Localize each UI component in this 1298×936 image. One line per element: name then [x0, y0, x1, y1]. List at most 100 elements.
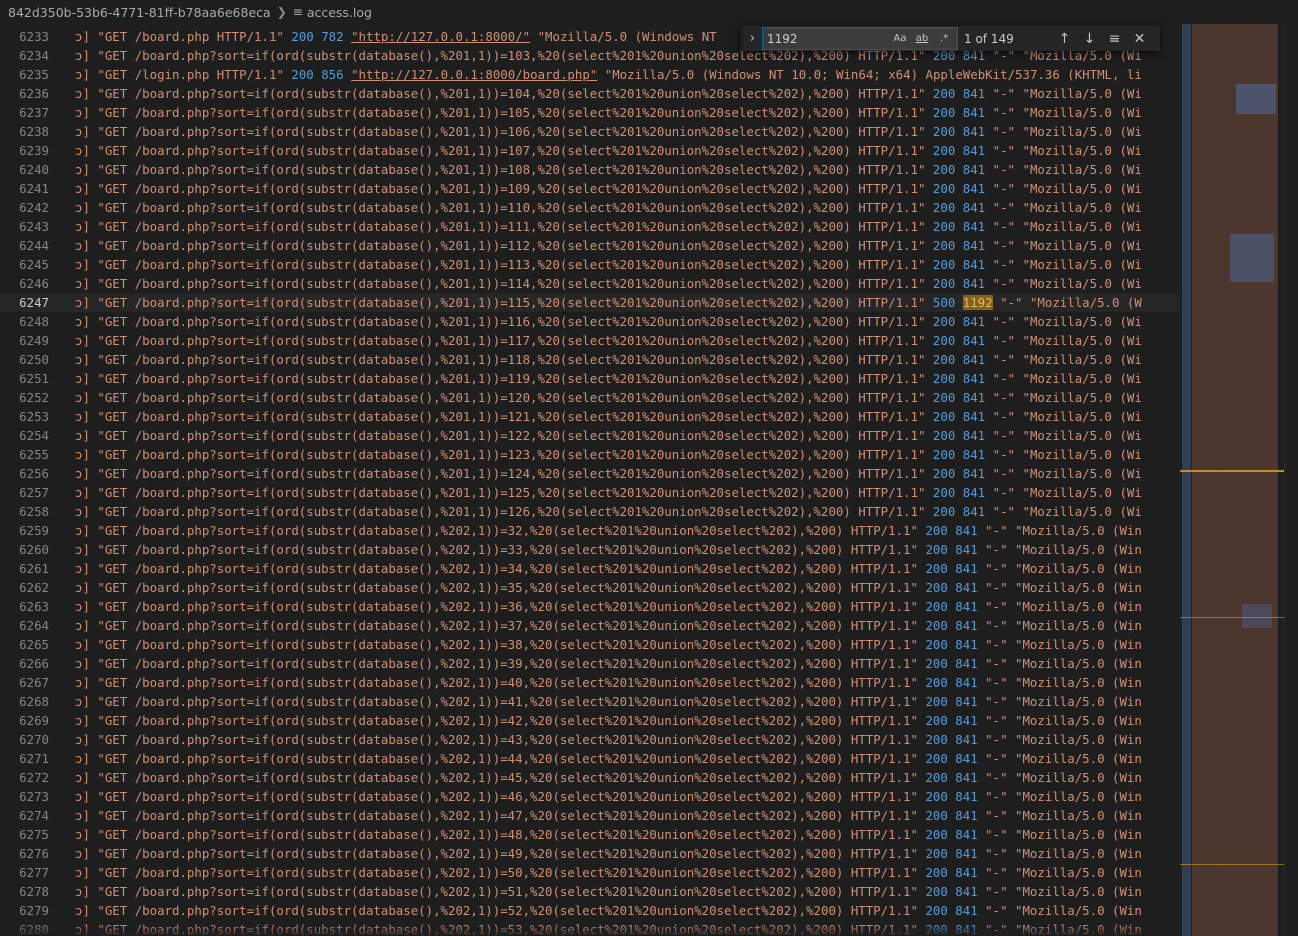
- log-line[interactable]: 6266 ɔ] "GET /board.php?sort=if(ord(subst…: [0, 654, 1180, 673]
- line-text: ɔ] "GET /board.php?sort=if(ord(substr(da…: [75, 846, 1142, 861]
- previous-match-arrow-up-icon[interactable]: ↑: [1052, 26, 1077, 51]
- toggle-replace-chevron-icon[interactable]: ›: [740, 26, 762, 51]
- line-text: ɔ] "GET /board.php?sort=if(ord(substr(da…: [75, 618, 1142, 633]
- log-line[interactable]: 6275 ɔ] "GET /board.php?sort=if(ord(subst…: [0, 825, 1180, 844]
- line-number: 6237: [19, 105, 49, 120]
- log-line[interactable]: 6256 ɔ] "GET /board.php?sort=if(ord(subst…: [0, 464, 1180, 483]
- use-regex-icon[interactable]: .*: [933, 33, 955, 44]
- log-line[interactable]: 6272 ɔ] "GET /board.php?sort=if(ord(subst…: [0, 768, 1180, 787]
- line-text: ɔ] "GET /board.php?sort=if(ord(substr(da…: [75, 580, 1142, 595]
- log-line[interactable]: 6236 ɔ] "GET /board.php?sort=if(ord(subst…: [0, 84, 1180, 103]
- line-number: 6271: [19, 751, 49, 766]
- log-line[interactable]: 6265 ɔ] "GET /board.php?sort=if(ord(subst…: [0, 635, 1180, 654]
- line-number: 6244: [19, 238, 49, 253]
- log-line[interactable]: 6261 ɔ] "GET /board.php?sort=if(ord(subst…: [0, 559, 1180, 578]
- log-line[interactable]: 6243 ɔ] "GET /board.php?sort=if(ord(subst…: [0, 217, 1180, 236]
- log-line[interactable]: 6239 ɔ] "GET /board.php?sort=if(ord(subst…: [0, 141, 1180, 160]
- log-line[interactable]: 6258 ɔ] "GET /board.php?sort=if(ord(subst…: [0, 502, 1180, 521]
- line-number: 6257: [19, 485, 49, 500]
- log-line[interactable]: 6273 ɔ] "GET /board.php?sort=if(ord(subst…: [0, 787, 1180, 806]
- log-line[interactable]: 6241 ɔ] "GET /board.php?sort=if(ord(subst…: [0, 179, 1180, 198]
- log-line[interactable]: 6274 ɔ] "GET /board.php?sort=if(ord(subst…: [0, 806, 1180, 825]
- line-number: 6268: [19, 694, 49, 709]
- log-line[interactable]: 6254 ɔ] "GET /board.php?sort=if(ord(subst…: [0, 426, 1180, 445]
- minimap[interactable]: [1180, 24, 1284, 936]
- log-line[interactable]: 6242 ɔ] "GET /board.php?sort=if(ord(subst…: [0, 198, 1180, 217]
- line-number: 6269: [19, 713, 49, 728]
- line-number: 6272: [19, 770, 49, 785]
- line-text: ɔ] "GET /board.php?sort=if(ord(substr(da…: [75, 504, 1142, 519]
- line-text: ɔ] "GET /board.php?sort=if(ord(substr(da…: [75, 181, 1142, 196]
- line-number: 6239: [19, 143, 49, 158]
- find-in-selection-icon[interactable]: ≡: [1102, 26, 1127, 51]
- match-case-icon[interactable]: Aa: [889, 33, 911, 44]
- editor-text-area[interactable]: 6233 ɔ] "GET /board.php HTTP/1.1" 200 782…: [0, 27, 1180, 936]
- log-line[interactable]: 6269 ɔ] "GET /board.php?sort=if(ord(subst…: [0, 711, 1180, 730]
- line-text: ɔ] "GET /board.php?sort=if(ord(substr(da…: [75, 124, 1142, 139]
- line-number: 6264: [19, 618, 49, 633]
- log-line[interactable]: 6246 ɔ] "GET /board.php?sort=if(ord(subst…: [0, 274, 1180, 293]
- line-number: 6260: [19, 542, 49, 557]
- log-line[interactable]: 6257 ɔ] "GET /board.php?sort=if(ord(subst…: [0, 483, 1180, 502]
- line-number: 6258: [19, 504, 49, 519]
- log-line[interactable]: 6244 ɔ] "GET /board.php?sort=if(ord(subst…: [0, 236, 1180, 255]
- log-line[interactable]: 6280 ɔ] "GET /board.php?sort=if(ord(subst…: [0, 920, 1180, 936]
- log-line[interactable]: 6249 ɔ] "GET /board.php?sort=if(ord(subst…: [0, 331, 1180, 350]
- line-text: ɔ] "GET /board.php?sort=if(ord(substr(da…: [75, 314, 1142, 329]
- vertical-scrollbar[interactable]: [1284, 24, 1298, 936]
- find-input-box: Aa ab .*: [762, 27, 958, 50]
- log-line[interactable]: 6263 ɔ] "GET /board.php?sort=if(ord(subst…: [0, 597, 1180, 616]
- log-line[interactable]: 6264 ɔ] "GET /board.php?sort=if(ord(subst…: [0, 616, 1180, 635]
- log-line[interactable]: 6238 ɔ] "GET /board.php?sort=if(ord(subst…: [0, 122, 1180, 141]
- find-input[interactable]: [763, 30, 889, 47]
- line-text: ɔ] "GET /board.php?sort=if(ord(substr(da…: [75, 200, 1142, 215]
- line-text: ɔ] "GET /board.php?sort=if(ord(substr(da…: [75, 884, 1142, 899]
- log-line[interactable]: 6252 ɔ] "GET /board.php?sort=if(ord(subst…: [0, 388, 1180, 407]
- log-line[interactable]: 6267 ɔ] "GET /board.php?sort=if(ord(subst…: [0, 673, 1180, 692]
- breadcrumb-folder[interactable]: 842d350b-53b6-4771-81ff-b78aa6e68eca: [8, 5, 271, 20]
- log-line[interactable]: 6237 ɔ] "GET /board.php?sort=if(ord(subst…: [0, 103, 1180, 122]
- line-number: 6251: [19, 371, 49, 386]
- log-line[interactable]: 6271 ɔ] "GET /board.php?sort=if(ord(subst…: [0, 749, 1180, 768]
- breadcrumb: 842d350b-53b6-4771-81ff-b78aa6e68eca ❯ ≡…: [0, 0, 1298, 24]
- log-line[interactable]: 6268 ɔ] "GET /board.php?sort=if(ord(subst…: [0, 692, 1180, 711]
- line-text: ɔ] "GET /board.php?sort=if(ord(substr(da…: [75, 86, 1142, 101]
- log-line[interactable]: 6253 ɔ] "GET /board.php?sort=if(ord(subst…: [0, 407, 1180, 426]
- log-line[interactable]: 6245 ɔ] "GET /board.php?sort=if(ord(subst…: [0, 255, 1180, 274]
- log-line[interactable]: 6259 ɔ] "GET /board.php?sort=if(ord(subst…: [0, 521, 1180, 540]
- line-number: 6242: [19, 200, 49, 215]
- line-text: ɔ] "GET /board.php?sort=if(ord(substr(da…: [75, 390, 1142, 405]
- log-line[interactable]: 6255 ɔ] "GET /board.php?sort=if(ord(subst…: [0, 445, 1180, 464]
- line-text: ɔ] "GET /board.php?sort=if(ord(substr(da…: [75, 808, 1142, 823]
- log-line[interactable]: 6240 ɔ] "GET /board.php?sort=if(ord(subst…: [0, 160, 1180, 179]
- line-number: 6278: [19, 884, 49, 899]
- line-text: ɔ] "GET /board.php?sort=if(ord(substr(da…: [75, 485, 1142, 500]
- line-number: 6256: [19, 466, 49, 481]
- log-line[interactable]: 6277 ɔ] "GET /board.php?sort=if(ord(subst…: [0, 863, 1180, 882]
- line-number: 6270: [19, 732, 49, 747]
- log-line[interactable]: 6278 ɔ] "GET /board.php?sort=if(ord(subst…: [0, 882, 1180, 901]
- log-line[interactable]: 6250 ɔ] "GET /board.php?sort=if(ord(subst…: [0, 350, 1180, 369]
- line-number: 6262: [19, 580, 49, 595]
- log-line[interactable]: 6248 ɔ] "GET /board.php?sort=if(ord(subst…: [0, 312, 1180, 331]
- log-line[interactable]: 6235 ɔ] "GET /login.php HTTP/1.1" 200 856…: [0, 65, 1180, 84]
- log-line[interactable]: 6262 ɔ] "GET /board.php?sort=if(ord(subst…: [0, 578, 1180, 597]
- next-match-arrow-down-icon[interactable]: ↓: [1077, 26, 1102, 51]
- log-line[interactable]: 6260 ɔ] "GET /board.php?sort=if(ord(subst…: [0, 540, 1180, 559]
- line-text: ɔ] "GET /board.php?sort=if(ord(substr(da…: [75, 732, 1142, 747]
- line-text: ɔ] "GET /board.php?sort=if(ord(substr(da…: [75, 523, 1142, 538]
- line-number: 6277: [19, 865, 49, 880]
- breadcrumb-file[interactable]: access.log: [307, 5, 372, 20]
- log-line[interactable]: 6276 ɔ] "GET /board.php?sort=if(ord(subst…: [0, 844, 1180, 863]
- line-number: 6266: [19, 656, 49, 671]
- close-icon[interactable]: ✕: [1127, 26, 1152, 51]
- match-whole-word-icon[interactable]: ab: [911, 33, 933, 44]
- log-line[interactable]: 6279 ɔ] "GET /board.php?sort=if(ord(subst…: [0, 901, 1180, 920]
- log-line[interactable]: 6251 ɔ] "GET /board.php?sort=if(ord(subst…: [0, 369, 1180, 388]
- log-line[interactable]: 6270 ɔ] "GET /board.php?sort=if(ord(subst…: [0, 730, 1180, 749]
- log-line[interactable]: 6247 ɔ] "GET /board.php?sort=if(ord(subst…: [0, 293, 1180, 312]
- line-number: 6252: [19, 390, 49, 405]
- line-text: ɔ] "GET /board.php?sort=if(ord(substr(da…: [75, 105, 1142, 120]
- line-text: ɔ] "GET /board.php?sort=if(ord(substr(da…: [75, 637, 1142, 652]
- line-number: 6253: [19, 409, 49, 424]
